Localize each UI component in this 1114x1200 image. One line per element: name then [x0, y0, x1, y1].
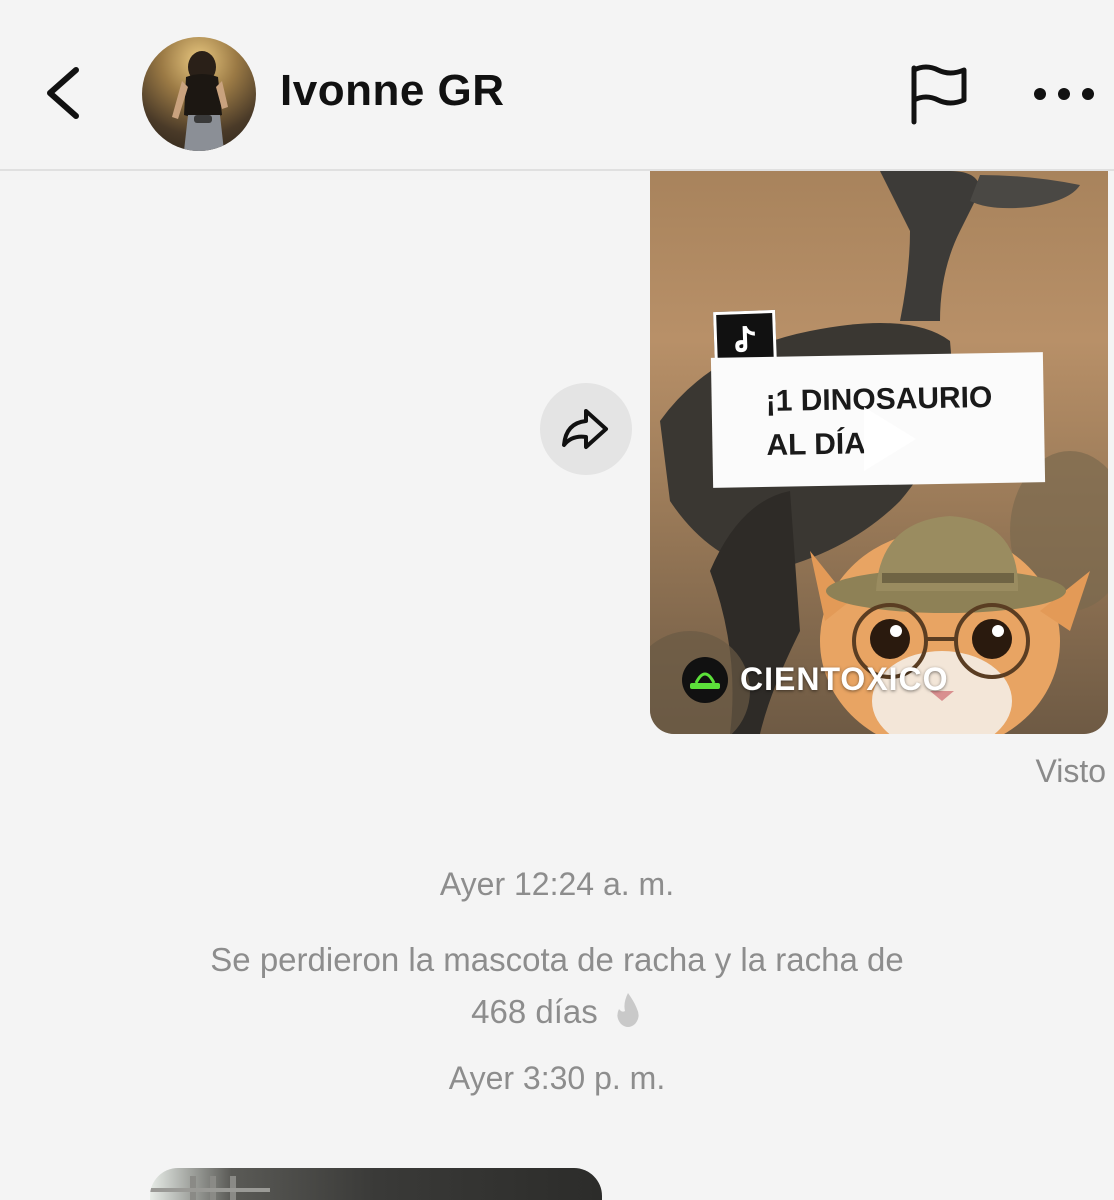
- flag-icon: [911, 64, 967, 125]
- streak-notice-line-1: Se perdieron la mascota de racha y la ra…: [210, 941, 904, 978]
- report-button[interactable]: [904, 60, 974, 130]
- streak-notice-line-2: 468 días: [0, 986, 1114, 1038]
- chevron-left-icon: [47, 67, 79, 119]
- play-icon[interactable]: [848, 399, 928, 479]
- share-arrow-icon: [562, 409, 608, 449]
- timestamp-divider-2: Ayer 3:30 p. m.: [448, 1060, 666, 1096]
- forward-button[interactable]: [540, 383, 632, 475]
- media-thumbnail: [150, 1176, 270, 1200]
- streak-notice-days: 468 días: [471, 993, 598, 1030]
- contact-name[interactable]: Ivonne GR: [280, 66, 505, 116]
- flame-icon: [617, 993, 639, 1027]
- contact-avatar[interactable]: [142, 37, 256, 151]
- chat-header: Ivonne GR: [0, 0, 1114, 171]
- shared-video-message[interactable]: ¡1 DINOSAURIO AL DÍA CIENTOXICO: [650, 171, 1108, 734]
- timestamp-divider: Ayer 12:24 a. m.: [439, 866, 675, 902]
- chat-screen: Ivonne GR ¡1 DINOSAURIO AL DÍA CIENTOXIC…: [0, 0, 1114, 1200]
- media-message-partial[interactable]: [150, 1168, 602, 1200]
- cientoxico-logo: [682, 657, 728, 703]
- ellipsis-icon: [1034, 88, 1094, 100]
- back-button[interactable]: [36, 58, 96, 128]
- streak-lost-notice: Se perdieron la mascota de racha y la ra…: [0, 934, 1114, 1038]
- video-source-name: CIENTOXICO: [740, 661, 949, 697]
- seen-status: Visto: [1035, 753, 1106, 789]
- avatar-photo: [172, 51, 228, 151]
- more-options-button[interactable]: [1028, 74, 1100, 114]
